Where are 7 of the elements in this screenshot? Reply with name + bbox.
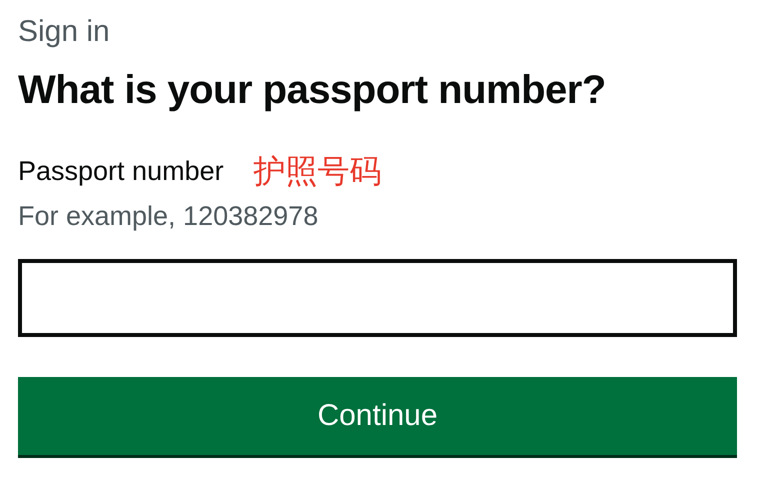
continue-button[interactable]: Continue — [18, 376, 737, 455]
page-caption: Sign in — [18, 14, 111, 50]
field-hint: For example, 120382978 — [18, 200, 320, 233]
field-label: Passport number — [18, 155, 224, 188]
page-heading: What is your passport number? — [18, 67, 607, 114]
annotation-text: 护照号码 — [254, 152, 382, 190]
passport-number-field[interactable] — [18, 258, 737, 337]
